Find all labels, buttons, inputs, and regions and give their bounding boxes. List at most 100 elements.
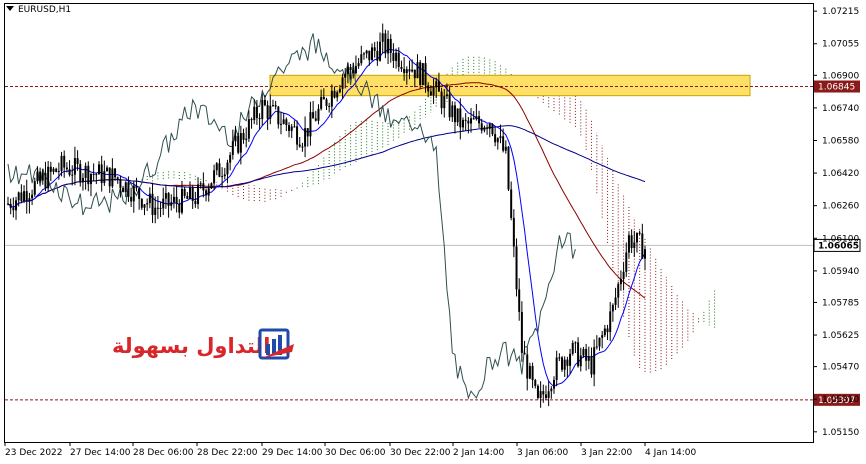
candle-body <box>87 165 90 185</box>
candle-body <box>536 385 539 398</box>
candle-body <box>135 185 138 189</box>
candle-body <box>453 105 456 123</box>
candle-body <box>427 85 430 92</box>
candle-body <box>411 69 414 72</box>
candle-body <box>119 179 122 188</box>
candle-body <box>638 232 641 234</box>
candle-body <box>633 242 636 248</box>
candle-body <box>127 182 130 197</box>
y-tick-label: 1.06900 <box>822 71 859 81</box>
candle-body <box>622 271 625 280</box>
y-tick-label: 1.05150 <box>822 428 859 438</box>
candle-body <box>595 346 598 348</box>
candle-body <box>132 185 135 202</box>
candle-body <box>31 194 34 199</box>
candle-body <box>563 359 566 370</box>
candle-body <box>23 191 26 201</box>
candle-body <box>175 196 178 204</box>
candle-body <box>79 163 82 183</box>
candle-body <box>92 174 95 176</box>
candle-body <box>237 135 240 153</box>
symbol-text: EURUSD,H1 <box>18 5 72 15</box>
dropdown-triangle-icon[interactable] <box>6 6 14 11</box>
candle-body <box>296 126 299 145</box>
candle-body <box>95 174 98 176</box>
candle-body <box>381 33 384 42</box>
candle-body <box>189 187 191 199</box>
candle-body <box>429 91 432 96</box>
candle-body <box>644 249 646 259</box>
candle-body <box>242 132 245 140</box>
candle-body <box>229 154 232 163</box>
candle-body <box>371 47 373 61</box>
candle-body <box>231 141 234 155</box>
candle-body <box>36 171 39 182</box>
candle-body <box>271 105 274 107</box>
candle-body <box>416 62 419 79</box>
candle-body <box>362 53 365 55</box>
y-tick-label: 1.07215 <box>822 7 859 17</box>
candle-body <box>389 38 392 53</box>
candle-body <box>518 289 521 312</box>
candle-body <box>601 335 604 338</box>
candle-body <box>234 135 237 142</box>
candle-body <box>494 134 497 143</box>
candle-body <box>81 178 84 183</box>
candle-body <box>84 165 87 179</box>
candle-body <box>180 188 183 213</box>
x-tick-label: 29 Dec 14:00 <box>262 448 323 458</box>
candle-body <box>528 366 531 379</box>
candle-body <box>277 106 280 125</box>
candle-body <box>207 188 210 196</box>
candle-body <box>263 99 266 106</box>
candle-body <box>437 81 440 92</box>
candle-body <box>116 177 119 180</box>
price-chart[interactable]: 1.060651.068451.05307 1.072151.070551.06… <box>0 0 866 464</box>
candle-body <box>574 342 577 344</box>
candle-body <box>258 118 261 120</box>
y-tick-label: 1.05625 <box>822 331 859 341</box>
candle-body <box>320 96 323 109</box>
candle-body <box>213 170 216 184</box>
candle-body <box>172 196 175 203</box>
candle-body <box>304 128 307 147</box>
candle-body <box>317 108 320 121</box>
candle-body <box>635 232 638 243</box>
candle-body <box>63 155 66 168</box>
candle-body <box>25 191 28 202</box>
candle-body <box>467 120 470 124</box>
candle-body <box>408 69 411 72</box>
candle-body <box>338 88 341 93</box>
candle-body <box>333 90 336 98</box>
candle-body <box>336 92 339 98</box>
candle-body <box>472 118 475 120</box>
candle-body <box>344 74 347 78</box>
candle-body <box>547 391 550 398</box>
level-label: 1.06845 <box>818 83 855 93</box>
candle-body <box>376 50 379 61</box>
candle-body <box>7 203 9 205</box>
candle-body <box>247 119 250 139</box>
candle-body <box>459 108 462 128</box>
candle-body <box>306 128 309 137</box>
x-tick-label: 28 Dec 06:00 <box>133 448 194 458</box>
y-tick-label: 1.05785 <box>822 298 859 308</box>
candle-body <box>221 176 224 178</box>
candle-body <box>156 207 159 209</box>
candle-body <box>614 297 617 305</box>
candle-body <box>266 105 269 119</box>
candle-body <box>114 168 117 178</box>
candle-body <box>15 200 18 211</box>
x-tick-label: 30 Dec 06:00 <box>325 448 386 458</box>
candle-body <box>504 146 507 151</box>
candle-body <box>100 164 103 184</box>
candle-body <box>39 171 42 181</box>
candle-body <box>395 52 398 61</box>
candle-body <box>531 366 534 381</box>
candle-body <box>470 118 473 124</box>
candle-body <box>199 183 202 185</box>
candle-body <box>598 337 601 347</box>
candle-body <box>33 181 36 195</box>
candle-body <box>432 87 435 96</box>
candle-body <box>606 328 609 333</box>
